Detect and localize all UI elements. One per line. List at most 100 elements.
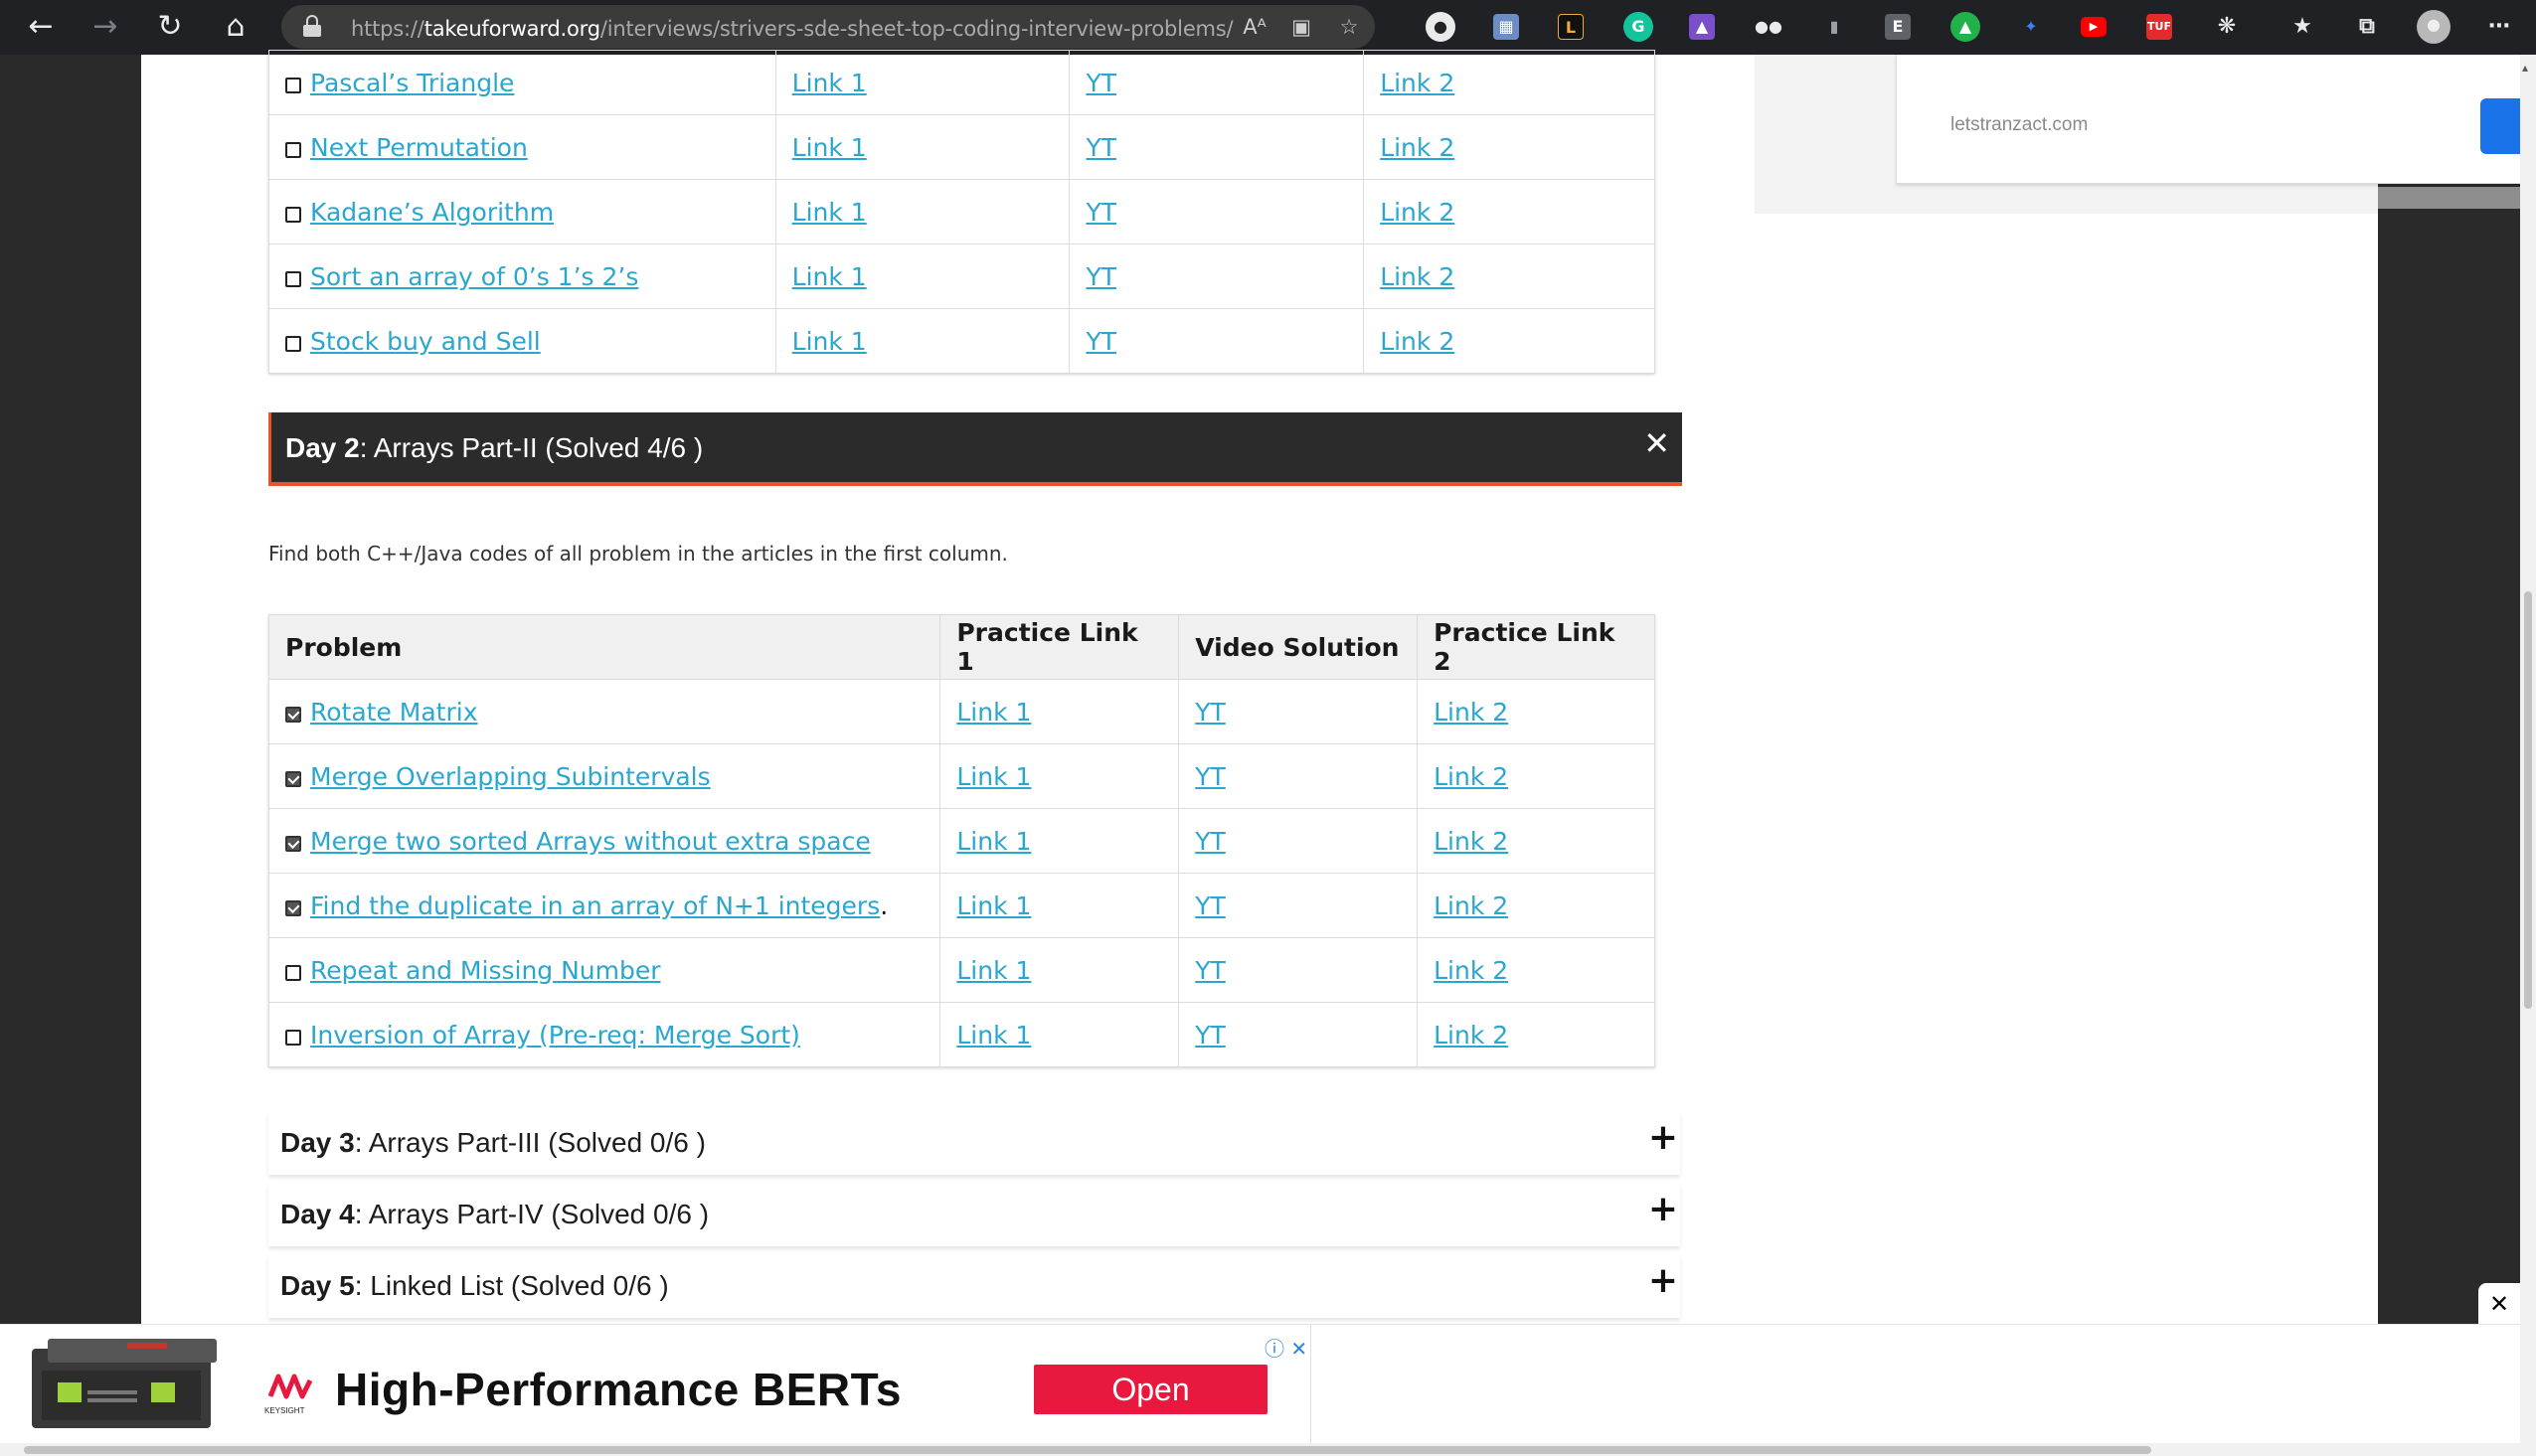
problem-checkbox[interactable] <box>285 899 301 916</box>
problem-link[interactable]: Merge two sorted Arrays without extra sp… <box>310 827 871 856</box>
youtube-link[interactable]: YT <box>1086 327 1116 356</box>
scrollbar-thumb[interactable] <box>2524 591 2532 1009</box>
practice-link-1[interactable]: Link 1 <box>956 827 1031 856</box>
scroll-up-icon[interactable]: ▴ <box>2522 61 2528 75</box>
practice-link-1[interactable]: Link 1 <box>956 956 1031 985</box>
extension-glasses-icon[interactable]: ●● <box>1754 12 1783 42</box>
youtube-link[interactable]: YT <box>1086 133 1116 162</box>
problem-checkbox[interactable] <box>285 964 301 981</box>
favorites-icon[interactable]: ★ <box>2287 12 2317 42</box>
more-menu-icon[interactable]: ⋯ <box>2484 12 2514 42</box>
practice-link-1[interactable]: Link 1 <box>956 698 1031 727</box>
grammarly-icon[interactable]: G <box>1623 12 1653 42</box>
problem-checkbox[interactable] <box>285 206 301 223</box>
youtube-extension-icon[interactable]: ▶ <box>2081 17 2107 37</box>
immersive-reader-icon[interactable]: ▣ <box>1287 14 1315 40</box>
youtube-link[interactable]: YT <box>1195 762 1226 791</box>
bottom-banner-ad[interactable]: KEYSIGHT High-Performance BERTs Open ⓘ ✕ <box>0 1324 2520 1444</box>
open-button[interactable]: Open <box>1034 1365 1268 1414</box>
back-arrow-icon[interactable]: ← <box>22 8 60 46</box>
practice-link-2[interactable]: Link 2 <box>1380 133 1454 162</box>
day2-accordion-header[interactable]: Day 2: Arrays Part-II (Solved 4/6 ) ✕ <box>268 412 1682 486</box>
extensions-puzzle-icon[interactable]: ❋ <box>2212 12 2242 42</box>
problem-link[interactable]: Repeat and Missing Number <box>310 956 661 985</box>
practice-link-1[interactable]: Link 1 <box>956 762 1031 791</box>
collections-icon[interactable]: ⧉ <box>2352 12 2382 42</box>
problem-link[interactable]: Kadane’s Algorithm <box>310 198 554 227</box>
url-text[interactable]: https://takeuforward.org/interviews/stri… <box>351 17 1234 41</box>
ad-headline[interactable]: High-Performance BERTs <box>335 1363 902 1416</box>
problem-checkbox[interactable] <box>285 835 301 852</box>
practice-link-2[interactable]: Link 2 <box>1434 1021 1508 1050</box>
ad-close-icon[interactable]: ✕ <box>2478 1283 2520 1325</box>
forward-arrow-icon[interactable]: → <box>86 8 124 46</box>
extension-tuf-icon[interactable]: TUF <box>2146 14 2172 40</box>
problem-checkbox[interactable] <box>285 335 301 352</box>
ad-button[interactable] <box>2480 98 2523 154</box>
reload-icon[interactable]: ↻ <box>151 8 189 46</box>
extension-lh-icon[interactable]: L <box>1558 14 1584 40</box>
day3-accordion-header[interactable]: Day 3: Arrays Part-III (Solved 0/6 ) + <box>268 1111 1680 1175</box>
problem-link[interactable]: Sort an array of 0’s 1’s 2’s <box>310 262 638 291</box>
problem-checkbox[interactable] <box>285 77 301 93</box>
extension-cat-icon[interactable]: ▲ <box>1689 14 1715 40</box>
practice-link-1[interactable]: Link 1 <box>956 891 1031 920</box>
practice-link-1[interactable]: Link 1 <box>956 1021 1031 1050</box>
day5-accordion-header[interactable]: Day 5: Linked List (Solved 0/6 ) + <box>268 1254 1680 1318</box>
vertical-scrollbar[interactable]: ▴ <box>2520 55 2536 1456</box>
address-bar[interactable]: https://takeuforward.org/interviews/stri… <box>281 5 1375 49</box>
horizontal-scrollbar[interactable] <box>0 1443 2536 1456</box>
practice-link-2[interactable]: Link 2 <box>1434 956 1508 985</box>
add-favorite-icon[interactable]: ☆ <box>1335 14 1363 40</box>
problem-checkbox[interactable] <box>285 770 301 787</box>
youtube-link[interactable]: YT <box>1086 198 1116 227</box>
read-aloud-icon[interactable]: Aᴬ <box>1241 14 1268 40</box>
problem-link[interactable]: Merge Overlapping Subintervals <box>310 762 711 791</box>
practice-link-2[interactable]: Link 2 <box>1434 762 1508 791</box>
horizontal-scrollbar-thumb[interactable] <box>24 1446 2151 1454</box>
problem-link[interactable]: Rotate Matrix <box>310 698 478 727</box>
expand-plus-icon[interactable]: + <box>1648 1189 1678 1229</box>
problem-checkbox[interactable] <box>285 270 301 287</box>
home-icon[interactable]: ⌂ <box>217 8 254 46</box>
practice-link-2[interactable]: Link 2 <box>1434 698 1508 727</box>
youtube-link[interactable]: YT <box>1195 827 1226 856</box>
practice-link-2[interactable]: Link 2 <box>1380 262 1454 291</box>
expand-plus-icon[interactable]: + <box>1648 1260 1678 1301</box>
extension-e-icon[interactable]: E <box>1885 14 1911 40</box>
youtube-link[interactable]: YT <box>1086 262 1116 291</box>
extension-bottle-icon[interactable]: ▮ <box>1819 12 1849 42</box>
youtube-link[interactable]: YT <box>1195 956 1226 985</box>
youtube-link[interactable]: YT <box>1086 69 1116 97</box>
practice-link-2[interactable]: Link 2 <box>1434 827 1508 856</box>
adchoices-icon[interactable]: ⓘ ✕ <box>1265 1333 1307 1362</box>
problem-link[interactable]: Next Permutation <box>310 133 528 162</box>
problem-link[interactable]: Inversion of Array (Pre-req: Merge Sort) <box>310 1021 800 1050</box>
problem-link[interactable]: Find the duplicate in an array of N+1 in… <box>310 891 880 920</box>
extension-circle-icon[interactable]: ● <box>1426 12 1455 42</box>
problem-link[interactable]: Pascal’s Triangle <box>310 69 514 97</box>
problem-link[interactable]: Stock buy and Sell <box>310 327 541 356</box>
practice-link-1[interactable]: Link 1 <box>792 262 867 291</box>
close-icon[interactable]: ✕ <box>1643 424 1670 462</box>
practice-link-1[interactable]: Link 1 <box>792 133 867 162</box>
practice-link-2[interactable]: Link 2 <box>1434 891 1508 920</box>
youtube-link[interactable]: YT <box>1195 1021 1226 1050</box>
extension-thumb-icon[interactable]: ▲ <box>1950 12 1980 42</box>
expand-plus-icon[interactable]: + <box>1648 1117 1678 1158</box>
day4-accordion-header[interactable]: Day 4: Arrays Part-IV (Solved 0/6 ) + <box>268 1183 1680 1246</box>
practice-link-1[interactable]: Link 1 <box>792 69 867 97</box>
extension-puzzle-blue-icon[interactable]: ✦ <box>2016 12 2046 42</box>
practice-link-2[interactable]: Link 2 <box>1380 69 1454 97</box>
problem-checkbox[interactable] <box>285 141 301 158</box>
sidebar-ad-card[interactable]: letstranzact.com <box>1896 55 2523 184</box>
practice-link-2[interactable]: Link 2 <box>1380 327 1454 356</box>
practice-link-1[interactable]: Link 1 <box>792 198 867 227</box>
problem-checkbox[interactable] <box>285 706 301 723</box>
youtube-link[interactable]: YT <box>1195 891 1226 920</box>
problem-checkbox[interactable] <box>285 1029 301 1046</box>
profile-avatar-icon[interactable]: ● <box>2417 10 2451 44</box>
youtube-link[interactable]: YT <box>1195 698 1226 727</box>
practice-link-2[interactable]: Link 2 <box>1380 198 1454 227</box>
extension-calendar-icon[interactable]: ▦ <box>1493 14 1519 40</box>
